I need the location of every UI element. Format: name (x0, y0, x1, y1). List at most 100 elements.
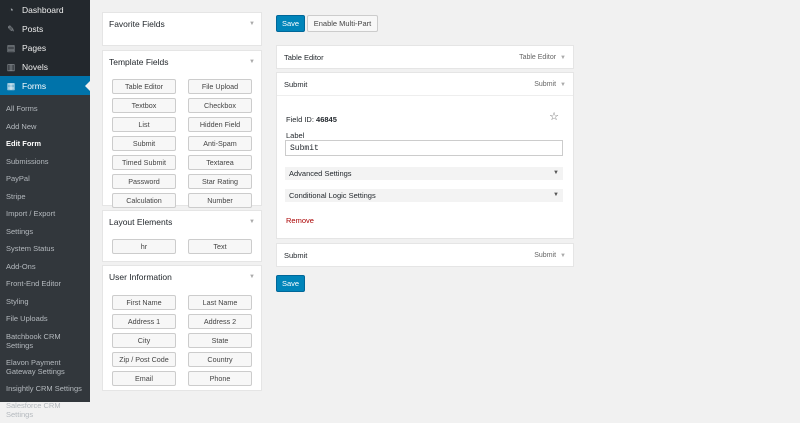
menu-label: Posts (22, 23, 44, 34)
label-caption: Label (286, 131, 305, 140)
field-button-star-rating[interactable]: Star Rating (188, 174, 252, 189)
field-button-last-name[interactable]: Last Name (188, 295, 252, 310)
submenu-submissions[interactable]: Submissions (0, 153, 90, 171)
field-button-number[interactable]: Number (188, 193, 252, 208)
menu-item-forms[interactable]: ▦ Forms (0, 76, 90, 95)
menu-label: Novels (22, 61, 48, 72)
enable-multipart-button[interactable]: Enable Multi-Part (307, 15, 378, 32)
menu-item-dashboard[interactable]: ◔ Dashboard (0, 0, 90, 19)
menu-item-posts[interactable]: ✎ Posts (0, 19, 90, 38)
panel-header[interactable]: Favorite Fields ▼ (103, 13, 261, 35)
field-type-label: Submit (534, 251, 557, 259)
panel-title: Favorite Fields (109, 19, 165, 29)
field-title: Submit (284, 250, 308, 260)
field-button-timed-submit[interactable]: Timed Submit (112, 155, 176, 170)
menu-label: Forms (22, 80, 47, 91)
field-button-checkbox[interactable]: Checkbox (188, 98, 252, 113)
field-header[interactable]: Submit Submit ▼ (277, 73, 573, 95)
field-button-textarea[interactable]: Textarea (188, 155, 252, 170)
form-field-submit[interactable]: Submit Submit ▼ (276, 243, 574, 267)
field-button-file-upload[interactable]: File Upload (188, 79, 252, 94)
layout-elements-panel: Layout Elements ▼ hr Text (102, 210, 262, 262)
field-button-phone[interactable]: Phone (188, 371, 252, 386)
field-button-calculation[interactable]: Calculation (112, 193, 176, 208)
submenu-import-export[interactable]: Import / Export (0, 205, 90, 223)
advanced-settings-toggle[interactable]: Advanced Settings ▼ (285, 167, 563, 180)
field-id-label: Field ID: (286, 115, 314, 124)
submenu-front-end-editor[interactable]: Front-End Editor (0, 275, 90, 293)
conditional-logic-toggle[interactable]: Conditional Logic Settings ▼ (285, 189, 563, 202)
panel-title: User Information (109, 272, 172, 282)
field-button-list[interactable]: List (112, 117, 176, 132)
submenu-salesforce[interactable]: Salesforce CRM Settings (0, 397, 90, 423)
field-button-anti-spam[interactable]: Anti-Spam (188, 136, 252, 151)
submenu-batchbook[interactable]: Batchbook CRM Settings (0, 328, 90, 354)
field-button-first-name[interactable]: First Name (112, 295, 176, 310)
expand-arrow-icon[interactable]: ▼ (560, 55, 566, 61)
submenu-system-status[interactable]: System Status (0, 240, 90, 258)
field-button-text[interactable]: Text (188, 239, 252, 254)
menu-item-pages[interactable]: ▤ Pages (0, 38, 90, 57)
submenu-settings[interactable]: Settings (0, 223, 90, 241)
field-button-state[interactable]: State (188, 333, 252, 348)
conditional-logic-label: Conditional Logic Settings (289, 191, 376, 200)
template-fields-grid: Table Editor File Upload Textbox Checkbo… (103, 73, 261, 216)
template-fields-panel: Template Fields ▼ Table Editor File Uplo… (102, 50, 262, 208)
dashboard-icon: ◔ (8, 4, 14, 15)
collapse-arrow-icon[interactable]: ▼ (560, 82, 566, 88)
submenu-styling[interactable]: Styling (0, 293, 90, 311)
field-button-textbox[interactable]: Textbox (112, 98, 176, 113)
field-button-address-1[interactable]: Address 1 (112, 314, 176, 329)
expand-arrow-icon[interactable]: ▼ (560, 253, 566, 259)
collapse-arrow-icon[interactable]: ▼ (249, 21, 255, 27)
star-icon[interactable]: ☆ (549, 110, 559, 123)
layout-elements-grid: hr Text (103, 233, 261, 262)
field-type-label: Table Editor (519, 53, 557, 61)
menu-label: Pages (22, 42, 47, 53)
panel-header[interactable]: Template Fields ▼ (103, 51, 261, 73)
field-button-hidden-field[interactable]: Hidden Field (188, 117, 252, 132)
forms-icon: ▦ (6, 80, 16, 91)
panel-header[interactable]: User Information ▼ (103, 266, 261, 288)
field-type: Submit ▼ (534, 81, 566, 88)
submenu-file-uploads[interactable]: File Uploads (0, 310, 90, 328)
collapse-arrow-icon[interactable]: ▼ (249, 219, 255, 225)
submenu-elavon[interactable]: Elavon Payment Gateway Settings (0, 354, 90, 380)
user-information-grid: First Name Last Name Address 1 Address 2… (103, 288, 261, 394)
form-field-table-editor[interactable]: Table Editor Table Editor ▼ (276, 45, 574, 69)
field-header[interactable]: Table Editor Table Editor ▼ (277, 46, 573, 68)
favorite-fields-panel: Favorite Fields ▼ (102, 12, 262, 46)
field-button-email[interactable]: Email (112, 371, 176, 386)
field-button-table-editor[interactable]: Table Editor (112, 79, 176, 94)
pages-icon: ▤ (6, 42, 16, 53)
panel-title: Template Fields (109, 57, 169, 67)
field-button-country[interactable]: Country (188, 352, 252, 367)
save-button[interactable]: Save (276, 15, 305, 32)
label-input[interactable]: Submit (285, 140, 563, 156)
submenu-insightly[interactable]: Insightly CRM Settings (0, 380, 90, 398)
panel-header[interactable]: Layout Elements ▼ (103, 211, 261, 233)
submenu-stripe[interactable]: Stripe (0, 188, 90, 206)
field-title: Table Editor (284, 52, 324, 62)
field-button-submit[interactable]: Submit (112, 136, 176, 151)
field-button-address-2[interactable]: Address 2 (188, 314, 252, 329)
field-button-zip[interactable]: Zip / Post Code (112, 352, 176, 367)
field-title: Submit (284, 79, 308, 89)
remove-link[interactable]: Remove (286, 216, 314, 225)
menu-label: Dashboard (22, 4, 64, 15)
field-button-password[interactable]: Password (112, 174, 176, 189)
field-settings: Field ID: 46845 ☆ Label Submit Advanced … (277, 95, 573, 233)
field-button-hr[interactable]: hr (112, 239, 176, 254)
field-type: Table Editor ▼ (519, 54, 566, 61)
submenu-paypal[interactable]: PayPal (0, 170, 90, 188)
collapse-arrow-icon[interactable]: ▼ (249, 274, 255, 280)
submenu-all-forms[interactable]: All Forms (0, 100, 90, 118)
submenu-add-ons[interactable]: Add-Ons (0, 258, 90, 276)
bottom-save-button[interactable]: Save (276, 275, 305, 292)
menu-item-novels[interactable]: ▥ Novels (0, 57, 90, 76)
submenu-add-new[interactable]: Add New (0, 118, 90, 136)
field-header[interactable]: Submit Submit ▼ (277, 244, 573, 266)
submenu-edit-form[interactable]: Edit Form (0, 135, 90, 153)
collapse-arrow-icon[interactable]: ▼ (249, 59, 255, 65)
field-button-city[interactable]: City (112, 333, 176, 348)
